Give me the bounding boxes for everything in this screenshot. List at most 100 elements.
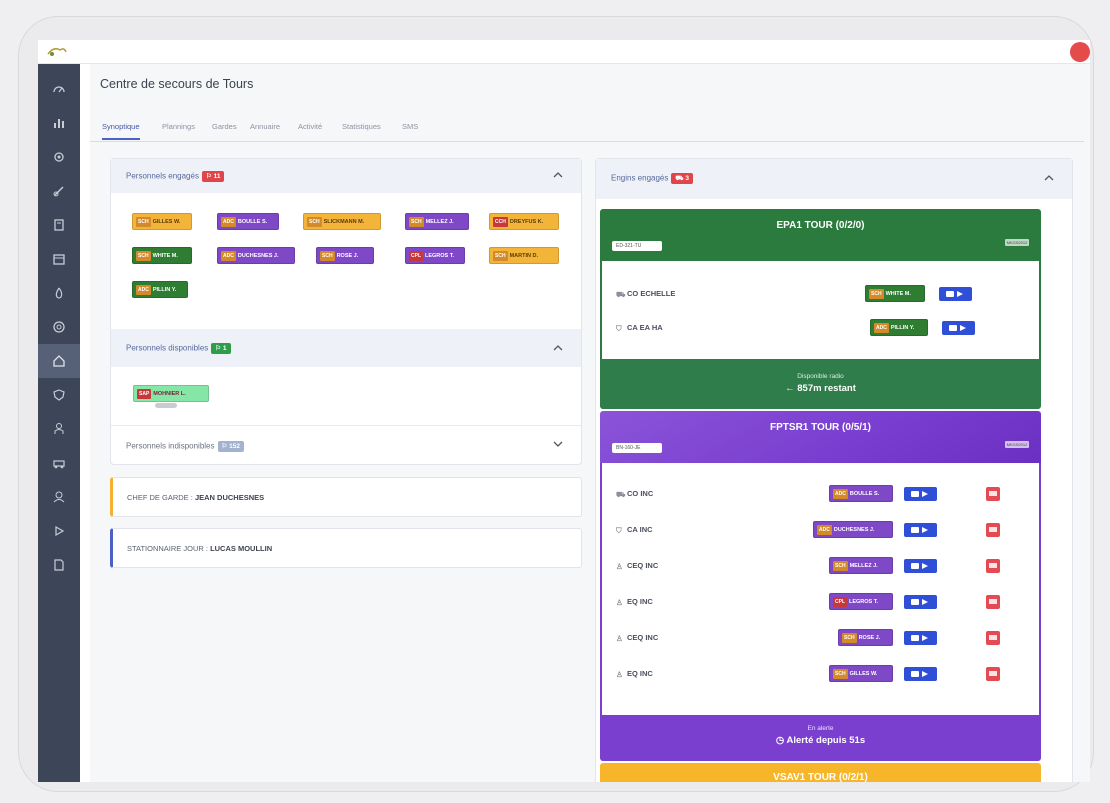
document-icon[interactable] xyxy=(38,548,80,582)
delete-button[interactable] xyxy=(986,667,1000,681)
engaged-header[interactable]: Personnels engagés ⚐ 11 xyxy=(111,159,581,193)
person-icon: ♙ xyxy=(616,634,623,644)
radio-status: Disponible radio xyxy=(797,373,844,380)
crew-row: ♙ EQ INC CPL LEGROS T. xyxy=(602,585,1039,619)
engins-count-badge: ⛟ 3 xyxy=(671,173,693,184)
personnel-card: Personnels engagés ⚐ 11 SCH GILLES W. ADC B… xyxy=(110,158,582,465)
personnel-chip[interactable]: SCH WHITE M. xyxy=(865,285,925,302)
book-icon[interactable] xyxy=(38,208,80,242)
delete-button[interactable] xyxy=(986,559,1000,573)
available-label: Personnels disponibles xyxy=(126,343,209,353)
calendar-icon[interactable] xyxy=(38,242,80,276)
send-button[interactable] xyxy=(904,559,937,573)
fire-icon[interactable] xyxy=(38,276,80,310)
chevron-down-icon[interactable] xyxy=(553,440,563,448)
personnel-chip[interactable]: CPL LEGROS T. xyxy=(829,593,893,610)
user-avatar[interactable] xyxy=(1070,42,1090,62)
engine-title: EPA1 TOUR (0/2/0) xyxy=(776,220,865,231)
engins-header[interactable]: Engins engagés ⛟ 3 xyxy=(596,159,1072,199)
personnel-chip[interactable]: SAP MOHNIER L. xyxy=(133,385,209,402)
crew-row: ♙ EQ INC SCH GILLES W. xyxy=(602,657,1039,691)
personnel-chip[interactable]: SCH GILLES W. xyxy=(132,213,192,230)
personnel-chip[interactable]: SCH MELLEZ J. xyxy=(405,213,469,230)
send-button[interactable] xyxy=(904,487,937,501)
send-button[interactable] xyxy=(942,321,975,335)
delete-button[interactable] xyxy=(986,631,1000,645)
tab-sms[interactable]: SMS xyxy=(402,122,418,131)
engine-header[interactable]: EPA1 TOUR (0/2/0) ED-321-TU MKGS2012 xyxy=(600,209,1041,261)
vehicle-icon: ⛟ xyxy=(616,290,626,300)
crew-row: ⛉ CA EA HA ADC PILLIN Y. xyxy=(602,311,1039,345)
tab-activite[interactable]: Activité xyxy=(298,122,322,131)
tab-synoptique[interactable]: Synoptique xyxy=(102,122,140,140)
dashboard-icon[interactable] xyxy=(38,72,80,106)
truck-icon[interactable] xyxy=(38,446,80,480)
delete-button[interactable] xyxy=(986,523,1000,537)
send-button[interactable] xyxy=(904,523,937,537)
tab-plannings[interactable]: Plannings xyxy=(162,122,195,131)
unavailable-count-badge: ⚐ 152 xyxy=(217,441,244,452)
person-icon[interactable] xyxy=(38,412,80,446)
engine-footer: En alerte ◷ Alerté depuis 51s xyxy=(600,715,1041,761)
top-bar xyxy=(38,40,1090,64)
personnel-chip[interactable]: SCH WHITE M. xyxy=(132,247,192,264)
person-icon: ♙ xyxy=(616,598,623,608)
tab-gardes[interactable]: Gardes xyxy=(212,122,237,131)
personnel-chip[interactable]: SCH MELLEZ J. xyxy=(829,557,893,574)
users-icon[interactable] xyxy=(38,480,80,514)
delete-button[interactable] xyxy=(986,487,1000,501)
engine-header[interactable]: FPTSR1 TOUR (0/5/1) BN-160-JE MKGS2012 xyxy=(600,411,1041,463)
vehicle-code: MKGS2012 xyxy=(1005,441,1029,448)
tab-bar: Synoptique Plannings Gardes Annuaire Act… xyxy=(90,114,1084,142)
chevron-up-icon[interactable] xyxy=(1044,174,1054,182)
chevron-up-icon[interactable] xyxy=(553,344,563,352)
play-icon[interactable] xyxy=(38,514,80,548)
home-icon[interactable] xyxy=(38,344,80,378)
personnel-chip[interactable]: ADC DUCHESNES J. xyxy=(217,247,295,264)
page-title: Centre de secours de Tours xyxy=(100,77,254,91)
send-button[interactable] xyxy=(904,667,937,681)
logo-icon xyxy=(47,47,67,56)
chart-icon[interactable] xyxy=(38,106,80,140)
engine-card-vsav1[interactable]: VSAV1 TOUR (0/2/1) xyxy=(600,763,1041,782)
chef-garde-card: CHEF DE GARDE : JEAN DUCHESNES xyxy=(110,477,582,517)
clock-icon: ◷ xyxy=(775,735,787,746)
license-plate: BN-160-JE xyxy=(612,443,662,453)
shield-icon[interactable] xyxy=(38,378,80,412)
personnel-chip[interactable]: SCH ROSE J. xyxy=(316,247,374,264)
app-screen: Centre de secours de Tours Synoptique Pl… xyxy=(38,40,1090,782)
personnel-chip[interactable]: ADC DUCHESNES J. xyxy=(813,521,893,538)
engaged-count-badge: ⚐ 11 xyxy=(201,171,225,182)
personnel-chip[interactable]: SCH ROSE J. xyxy=(838,629,893,646)
personnel-chip[interactable]: SCH SLICKMANN M. xyxy=(303,213,381,230)
personnel-chip[interactable]: ADC PILLIN Y. xyxy=(132,281,188,298)
personnel-chip[interactable]: ADC PILLIN Y. xyxy=(870,319,928,336)
engine-card-fptsr1: FPTSR1 TOUR (0/5/1) BN-160-JE MKGS2012 ⛟… xyxy=(600,411,1041,761)
sidebar xyxy=(38,64,80,782)
settings-icon[interactable] xyxy=(38,140,80,174)
chevron-up-icon[interactable] xyxy=(553,171,563,179)
personnel-chip[interactable]: ADC BOULLE S. xyxy=(217,213,279,230)
status-indicator xyxy=(155,403,177,408)
personnel-chip[interactable]: CCH DREYFUS K. xyxy=(489,213,559,230)
send-button[interactable] xyxy=(904,595,937,609)
link-icon[interactable] xyxy=(38,174,80,208)
main-content: Centre de secours de Tours Synoptique Pl… xyxy=(90,64,1090,782)
alert-status: En alerte xyxy=(807,725,834,732)
available-header[interactable]: Personnels disponibles ⚐ 1 xyxy=(111,329,581,367)
tab-statistiques[interactable]: Statistiques xyxy=(342,122,381,131)
personnel-chip[interactable]: SCH GILLES W. xyxy=(829,665,893,682)
send-button[interactable] xyxy=(904,631,937,645)
delete-button[interactable] xyxy=(986,595,1000,609)
engaged-label: Personnels engagés xyxy=(126,171,199,181)
help-icon[interactable] xyxy=(38,310,80,344)
personnel-chip[interactable]: SCH MARTIN D. xyxy=(489,247,559,264)
tab-annuaire[interactable]: Annuaire xyxy=(250,122,280,131)
send-button[interactable] xyxy=(939,287,972,301)
person-icon: ♙ xyxy=(616,670,623,680)
crew-row: ♙ CEQ INC SCH MELLEZ J. xyxy=(602,549,1039,583)
vehicle-code: MKGS2012 xyxy=(1005,239,1029,246)
personnel-chip[interactable]: ADC BOULLE S. xyxy=(829,485,893,502)
personnel-chip[interactable]: CPL LEGROS T. xyxy=(405,247,465,264)
engine-card-epa1: EPA1 TOUR (0/2/0) ED-321-TU MKGS2012 ⛟ CO… xyxy=(600,209,1041,409)
